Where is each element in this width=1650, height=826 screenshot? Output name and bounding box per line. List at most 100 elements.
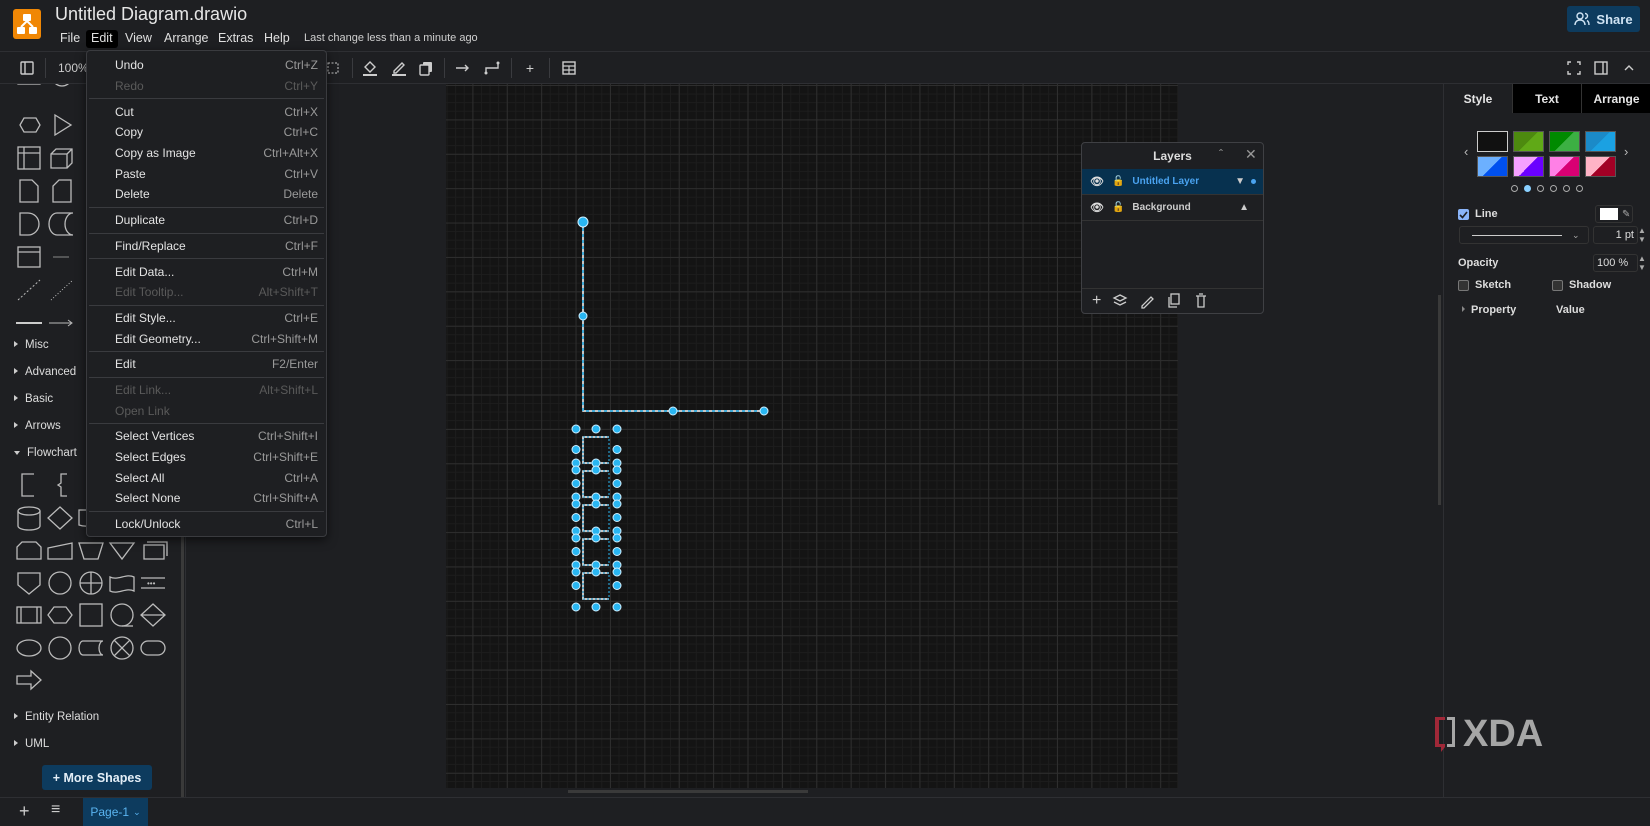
swatch-page-dot[interactable] — [1537, 185, 1544, 192]
menu-item-duplicate[interactable]: Duplicate Ctrl+D — [87, 210, 326, 231]
selection-handle[interactable] — [571, 424, 581, 434]
edit-pencil-icon[interactable] — [1139, 292, 1155, 310]
style-swatch[interactable] — [1585, 156, 1616, 177]
selection-handle[interactable] — [571, 479, 581, 488]
selection-handle[interactable] — [577, 216, 589, 228]
line-pattern-select[interactable]: ⌄ — [1459, 226, 1589, 244]
selection-handle[interactable] — [612, 567, 622, 577]
menu-item-copy[interactable]: Copy Ctrl+C — [87, 122, 326, 143]
style-swatch[interactable] — [1513, 131, 1544, 152]
selection-handle[interactable] — [571, 547, 581, 556]
shape-selection-outline[interactable] — [582, 572, 610, 600]
menu-item-edit-link[interactable]: Edit Link... Alt+Shift+L — [87, 380, 326, 401]
page-tab[interactable]: Page-1 ⌄ — [83, 798, 148, 826]
eye-visibility-icon[interactable]: 👁 — [1090, 201, 1104, 214]
selection-handle[interactable] — [612, 424, 622, 434]
menu-item-cut[interactable]: Cut Ctrl+X — [87, 101, 326, 122]
selection-handle[interactable] — [612, 581, 622, 590]
expand-triangle-icon[interactable] — [1462, 306, 1465, 312]
horizontal-scrollbar[interactable] — [568, 790, 808, 793]
selection-handle[interactable] — [578, 311, 588, 321]
selection-handle[interactable] — [571, 533, 581, 543]
menu-item-open-link[interactable]: Open Link — [87, 400, 326, 421]
menu-item-lock-unlock[interactable]: Lock/Unlock Ctrl+L — [87, 514, 326, 535]
menu-item-find-replace[interactable]: Find/Replace Ctrl+F — [87, 236, 326, 257]
selection-handle[interactable] — [612, 547, 622, 556]
style-swatch[interactable] — [1549, 156, 1580, 177]
connector-edge[interactable] — [582, 222, 764, 412]
swatch-page-dot[interactable] — [1511, 185, 1518, 192]
shadow-checkbox[interactable] — [1552, 280, 1563, 291]
selection-handle[interactable] — [612, 499, 622, 509]
chevron-left-icon[interactable]: ‹ — [1464, 144, 1468, 159]
lock-icon[interactable]: 🔓 — [1112, 202, 1124, 213]
opacity-stepper[interactable]: ▲ ▼ — [1638, 254, 1646, 272]
selection-handle[interactable] — [571, 465, 581, 475]
menu-item-select-all[interactable]: Select All Ctrl+A — [87, 467, 326, 488]
selection-handle[interactable] — [591, 424, 601, 434]
menu-item-edit[interactable]: Edit F2/Enter — [87, 354, 326, 375]
style-swatch[interactable] — [1549, 131, 1580, 152]
menu-item-copy-as-image[interactable]: Copy as Image Ctrl+Alt+X — [87, 143, 326, 164]
pages-menu-icon[interactable]: ≡ — [51, 801, 60, 819]
menu-item-redo[interactable]: Redo Ctrl+Y — [87, 76, 326, 97]
selection-handle[interactable] — [591, 567, 601, 577]
menu-item-undo[interactable]: Undo Ctrl+Z — [87, 55, 326, 76]
lock-icon[interactable]: 🔓 — [1112, 176, 1124, 187]
selection-handle[interactable] — [612, 465, 622, 475]
line-width-input[interactable]: 1 pt — [1593, 226, 1638, 244]
collapse-chevron-up-icon[interactable]: ˆ — [1219, 147, 1223, 161]
selection-handle[interactable] — [571, 499, 581, 509]
selection-handle[interactable] — [612, 479, 622, 488]
menu-item-edit-data[interactable]: Edit Data... Ctrl+M — [87, 261, 326, 282]
add-page-icon[interactable]: + — [19, 801, 30, 822]
move-up-triangle-icon[interactable]: ▲ — [1239, 202, 1249, 213]
selection-handle[interactable] — [591, 499, 601, 509]
eye-visibility-icon[interactable]: 👁 — [1090, 175, 1104, 188]
selection-handle[interactable] — [571, 445, 581, 454]
move-down-triangle-icon[interactable]: ▼ — [1235, 176, 1245, 187]
selection-handle[interactable] — [571, 567, 581, 577]
selection-handle[interactable] — [668, 406, 678, 416]
swatch-page-dot[interactable] — [1524, 185, 1531, 192]
tab-text[interactable]: Text — [1512, 84, 1581, 113]
layer-row[interactable]: 👁 🔓 Background ▲ — [1082, 195, 1263, 221]
menu-item-select-edges[interactable]: Select Edges Ctrl+Shift+E — [87, 447, 326, 468]
menu-item-edit-tooltip[interactable]: Edit Tooltip... Alt+Shift+T — [87, 282, 326, 303]
swatch-page-dot[interactable] — [1550, 185, 1557, 192]
layer-name[interactable]: Background — [1132, 202, 1239, 213]
menu-item-select-none[interactable]: Select None Ctrl+Shift+A — [87, 488, 326, 509]
bracket-shape[interactable] — [582, 572, 609, 600]
eyedropper-icon[interactable]: ✎ — [1622, 209, 1630, 220]
menu-item-edit-geometry[interactable]: Edit Geometry... Ctrl+Shift+M — [87, 328, 326, 349]
duplicate-icon[interactable] — [1166, 292, 1182, 310]
layer-row[interactable]: 👁 🔓 Untitled Layer ▼ — [1082, 169, 1263, 195]
selection-handle[interactable] — [571, 602, 581, 612]
selection-handle[interactable] — [591, 602, 601, 612]
menu-item-select-vertices[interactable]: Select Vertices Ctrl+Shift+I — [87, 426, 326, 447]
style-swatch[interactable] — [1477, 156, 1508, 177]
tab-style[interactable]: Style — [1444, 84, 1512, 113]
selection-handle[interactable] — [571, 581, 581, 590]
opacity-input[interactable]: 100 % — [1593, 254, 1638, 272]
sketch-checkbox[interactable] — [1458, 280, 1469, 291]
swatch-page-dot[interactable] — [1563, 185, 1570, 192]
selection-handle[interactable] — [612, 533, 622, 543]
selection-handle[interactable] — [591, 465, 601, 475]
selection-handle[interactable] — [591, 533, 601, 543]
add-layer-icon[interactable]: + — [1092, 292, 1101, 310]
menu-item-delete[interactable]: Delete Delete — [87, 184, 326, 205]
selection-handle[interactable] — [612, 513, 622, 522]
selection-handle[interactable] — [571, 513, 581, 522]
vertical-scrollbar[interactable] — [1438, 295, 1441, 505]
layer-name[interactable]: Untitled Layer — [1132, 176, 1235, 187]
line-width-stepper[interactable]: ▲ ▼ — [1638, 226, 1646, 244]
style-swatch[interactable] — [1513, 156, 1544, 177]
menu-item-paste[interactable]: Paste Ctrl+V — [87, 163, 326, 184]
close-icon[interactable]: ✕ — [1245, 146, 1257, 163]
selection-handle[interactable] — [612, 602, 622, 612]
line-color-picker[interactable]: ✎ — [1595, 205, 1633, 223]
selection-handle[interactable] — [759, 406, 769, 416]
edge-selection-outline[interactable] — [582, 222, 764, 412]
chevron-right-icon[interactable]: › — [1624, 144, 1628, 159]
